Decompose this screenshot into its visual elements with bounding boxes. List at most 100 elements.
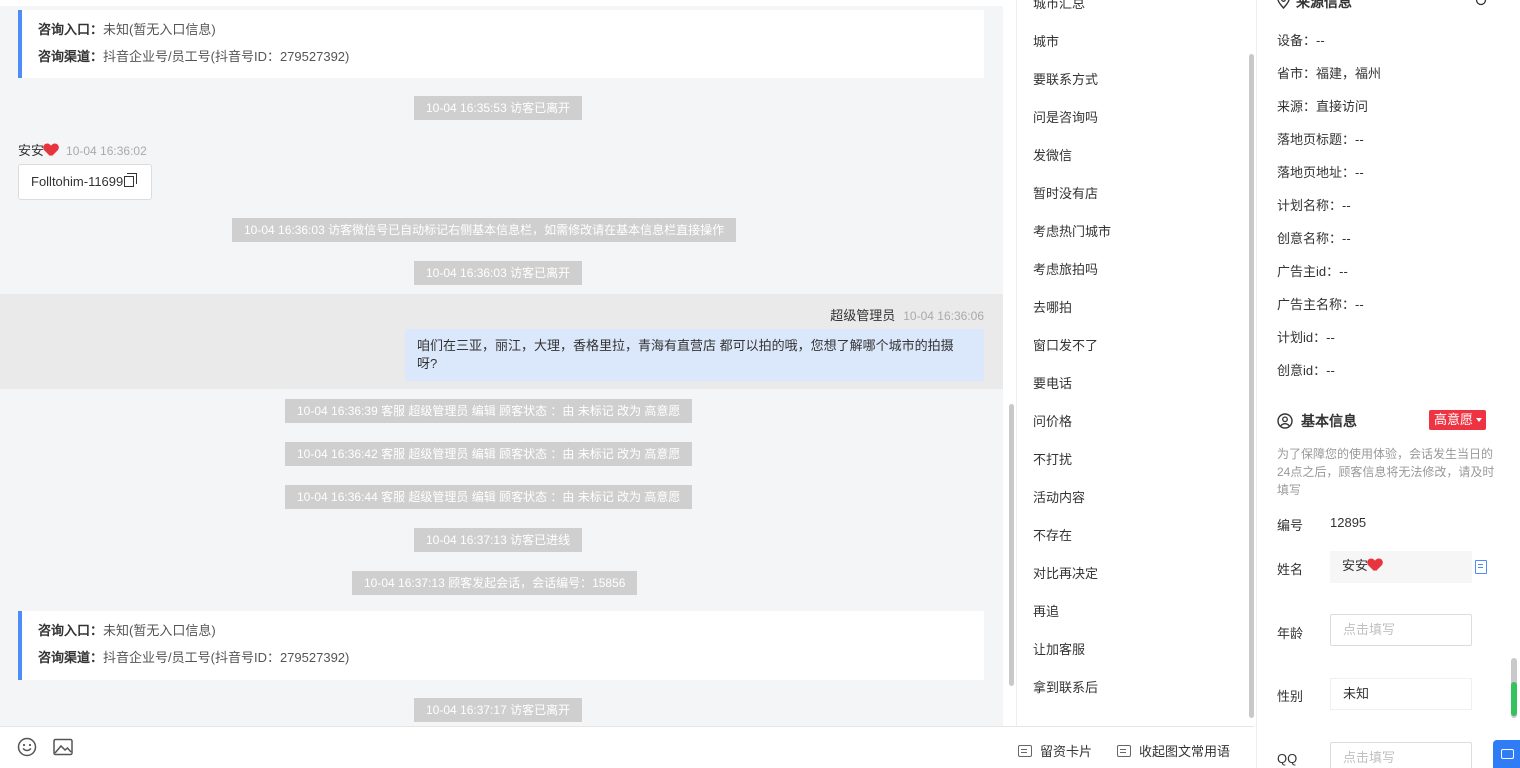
system-message: 10-04 16:37:13 访客已进线	[414, 528, 583, 552]
lead-card-button[interactable]: 留资卡片	[1018, 741, 1092, 760]
quick-reply-scrollbar[interactable]	[1249, 54, 1254, 718]
quick-reply-item[interactable]: 要电话	[1033, 373, 1072, 392]
system-message: 10-04 16:36:44 客服 超级管理员 编辑 顾客状态 ：由 未标记 改…	[285, 485, 693, 509]
smile-icon[interactable]	[17, 737, 37, 757]
consult-entry-label: 咨询入口：	[38, 22, 104, 37]
source-device-row: 设备：--	[1277, 30, 1325, 49]
kv-value: 福建，福州	[1316, 66, 1382, 81]
chat-top-edge	[0, 0, 1003, 6]
heart-emoji-icon	[1368, 559, 1382, 571]
quick-reply-item[interactable]: 城市	[1033, 31, 1059, 50]
consult-entry-row: 咨询入口：未知(暂无入口信息)	[38, 617, 968, 644]
quick-reply-item[interactable]: 去哪拍	[1033, 297, 1072, 316]
quick-reply-item[interactable]: 窗口发不了	[1033, 335, 1098, 354]
name-label: 姓名	[1277, 562, 1304, 577]
source-info-heading: 来源信息	[1277, 0, 1352, 12]
heart-emoji-icon	[44, 144, 58, 156]
visitor-name: 安安	[18, 143, 45, 158]
lead-card-label: 留资卡片	[1040, 744, 1093, 759]
source-region-row: 省市：福建，福州	[1277, 63, 1381, 82]
kv-value: --	[1355, 165, 1364, 180]
consult-channel-label: 咨询渠道：	[38, 650, 104, 665]
age-input[interactable]: 点击填写	[1330, 614, 1472, 646]
quick-reply-item[interactable]: 考虑旅拍吗	[1033, 259, 1098, 278]
consult-info-card: 咨询入口：未知(暂无入口信息) 咨询渠道：抖音企业号/员工号(抖音号ID：279…	[18, 611, 984, 680]
edit-deadline-notice: 为了保障您的使用体验，会话发生当日的24点之后，顾客信息将无法修改，请及时填写	[1277, 447, 1495, 497]
location-pin-icon	[1277, 0, 1290, 10]
kv-value: --	[1342, 231, 1351, 246]
source-advertiser-id-row: 广告主id：--	[1277, 261, 1348, 280]
kv-label: 计划id：	[1277, 330, 1327, 345]
quick-reply-item[interactable]: 不存在	[1033, 525, 1072, 544]
card-icon	[1018, 745, 1032, 757]
customer-info-panel: 来源信息 设备：-- 省市：福建，福州 来源：直接访问 落地页标题：-- 落地页…	[1256, 0, 1520, 768]
source-plan-id-row: 计划id：--	[1277, 327, 1335, 346]
admin-message-bubble: 咱们在三亚，丽江，大理，香格里拉，青海有直营店 都可以拍的哦，您想了解哪个城市的…	[405, 329, 984, 381]
quick-reply-item[interactable]: 要联系方式	[1033, 69, 1098, 88]
consult-channel-row: 咨询渠道：抖音企业号/员工号(抖音号ID：279527392)	[38, 644, 968, 671]
system-message: 10-04 16:35:53 访客已离开	[414, 96, 583, 120]
qq-input[interactable]: 点击填写	[1330, 742, 1472, 768]
source-plan-name-row: 计划名称：--	[1277, 195, 1351, 214]
image-icon[interactable]	[53, 737, 73, 757]
basic-info-title: 基本信息	[1301, 413, 1357, 429]
system-message: 10-04 16:36:42 客服 超级管理员 编辑 顾客状态 ：由 未标记 改…	[285, 442, 693, 466]
caret-down-icon	[1476, 418, 1483, 422]
admin-name: 超级管理员	[830, 308, 896, 323]
kv-value: --	[1355, 297, 1364, 312]
source-info-title: 来源信息	[1296, 0, 1352, 10]
app-root: 咨询入口：未知(暂无入口信息) 咨询渠道：抖音企业号/员工号(抖音号ID：279…	[0, 0, 1520, 768]
quick-reply-list: 城市汇总 城市 要联系方式 问是咨询吗 发微信 暂时没有店 考虑热门城市 考虑旅…	[1016, 0, 1254, 726]
consult-channel-label: 咨询渠道：	[38, 49, 104, 64]
kv-value: --	[1326, 330, 1335, 345]
gender-select[interactable]: 未知	[1330, 678, 1472, 710]
kv-label: 创意名称：	[1277, 231, 1343, 246]
source-origin-row: 来源：直接访问	[1277, 96, 1368, 115]
copy-icon[interactable]	[124, 173, 138, 187]
admin-message-meta: 超级管理员 10-04 16:36:06	[830, 305, 984, 324]
collapse-phrases-button[interactable]: 收起图文常用语	[1117, 741, 1230, 760]
kv-label: 设备：	[1277, 33, 1317, 48]
kv-value: --	[1339, 264, 1348, 279]
age-label: 年龄	[1277, 626, 1304, 641]
system-message: 10-04 16:37:17 访客已离开	[414, 698, 583, 722]
consult-entry-row: 咨询入口：未知(暂无入口信息)	[38, 16, 968, 43]
quick-reply-item[interactable]: 对比再决定	[1033, 563, 1098, 582]
source-landing-url-row: 落地页地址：--	[1277, 162, 1364, 181]
quick-reply-item[interactable]: 不打扰	[1033, 449, 1072, 468]
intent-status-dropdown[interactable]: 高意愿	[1429, 410, 1487, 430]
quick-reply-item[interactable]: 让加客服	[1033, 639, 1085, 658]
visitor-message-bubble: Folltohim-11699	[18, 164, 152, 200]
kv-label: 落地页标题：	[1277, 132, 1356, 147]
visitor-message-text: Folltohim-11699	[31, 174, 124, 189]
side-panel-scrollbar[interactable]	[1511, 658, 1517, 718]
visitor-message-time: 10-04 16:36:02	[66, 144, 147, 158]
copy-name-icon[interactable]	[1475, 560, 1487, 574]
quick-reply-item[interactable]: 再追	[1033, 601, 1059, 620]
kv-value: --	[1326, 363, 1335, 378]
input-toolbar: 留资卡片 收起图文常用语	[0, 726, 1254, 768]
system-message: 10-04 16:36:03 访客已离开	[414, 261, 583, 285]
chat-float-button[interactable]	[1493, 740, 1520, 768]
name-field[interactable]: 安安	[1330, 551, 1472, 583]
kv-label: 广告主id：	[1277, 264, 1340, 279]
quick-reply-item[interactable]: 发微信	[1033, 145, 1072, 164]
basic-info-heading: 基本信息	[1277, 411, 1357, 431]
quick-reply-item[interactable]: 城市汇总	[1033, 0, 1085, 12]
quick-reply-item[interactable]: 问价格	[1033, 411, 1072, 430]
qq-label: QQ	[1277, 751, 1298, 766]
kv-value: 直接访问	[1316, 99, 1369, 114]
consult-entry-label: 咨询入口：	[38, 623, 104, 638]
quick-reply-item[interactable]: 考虑热门城市	[1033, 221, 1111, 240]
quick-reply-item[interactable]: 活动内容	[1033, 487, 1085, 506]
chat-scrollbar[interactable]	[1009, 404, 1014, 686]
settings-icon[interactable]	[1475, 0, 1487, 6]
intent-status-label: 高意愿	[1434, 412, 1474, 427]
kv-label: 计划名称：	[1277, 198, 1343, 213]
quick-reply-item[interactable]: 暂时没有店	[1033, 183, 1098, 202]
quick-reply-item[interactable]: 拿到联系后	[1033, 677, 1098, 696]
customer-id-label: 编号	[1277, 518, 1304, 533]
quick-reply-item[interactable]: 问是咨询吗	[1033, 107, 1098, 126]
kv-value: --	[1316, 33, 1325, 48]
system-message: 10-04 16:36:39 客服 超级管理员 编辑 顾客状态 ：由 未标记 改…	[285, 399, 693, 423]
